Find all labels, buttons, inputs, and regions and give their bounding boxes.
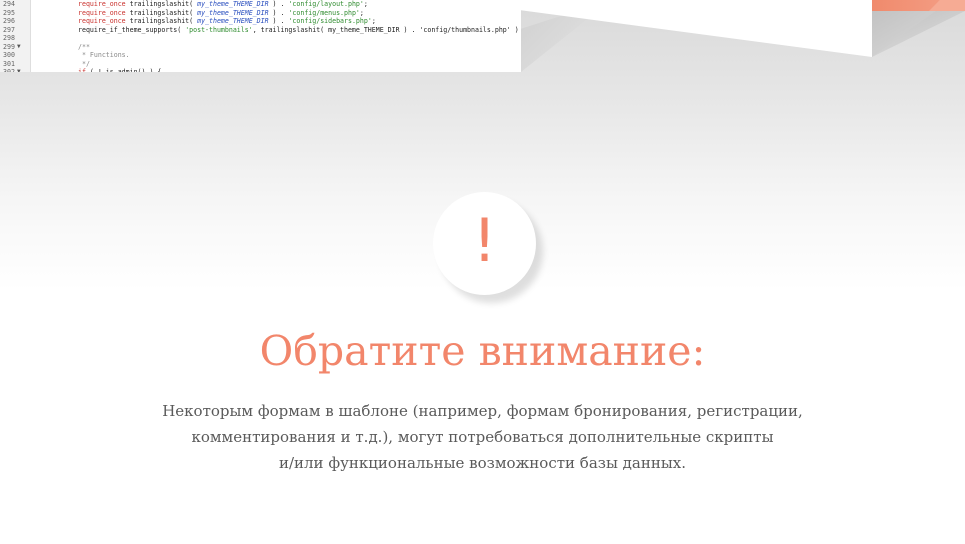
- code-line: 294 require_once trailingslashit( my_them…: [0, 0, 521, 9]
- code-token: ;: [363, 0, 368, 8]
- code-token: my_theme_THEME_DIR: [197, 0, 269, 8]
- code-token: ( ! is_admin() ) {: [85, 68, 162, 72]
- code-line: 297 require_if_theme_supports( 'post-thum…: [0, 26, 521, 35]
- code-token: require_if_theme_supports(: [78, 25, 186, 34]
- line-number: 302: [3, 68, 15, 72]
- page: 294 require_once trailingslashit( my_them…: [0, 0, 965, 544]
- code-preview-image: 294 require_once trailingslashit( my_them…: [0, 0, 965, 72]
- code-token: require_once: [78, 8, 126, 17]
- code-token: ) .: [268, 0, 289, 8]
- line-number: 297: [3, 25, 15, 34]
- code-token: ;: [371, 17, 376, 25]
- code-token: trailingslashit(: [125, 8, 198, 17]
- code-text: */: [78, 60, 90, 69]
- code-token: my_theme_THEME_DIR: [197, 8, 269, 17]
- code-token: 'config/layout.php': [288, 0, 364, 8]
- code-token: 'config/sidebars.php': [288, 17, 372, 25]
- code-token: , trailingslashit( my_theme_THEME_DIR ) …: [252, 25, 519, 34]
- notice-text-line: комментирования и т.д.), могут потребова…: [191, 428, 774, 446]
- code-line: 302 ▼ if ( ! is_admin() ) {: [0, 68, 521, 72]
- code-line: 299 ▼ /**: [0, 43, 521, 52]
- code-line: 300 * Functions.: [0, 51, 521, 60]
- code-token: ) .: [268, 17, 289, 25]
- alert-badge: !: [433, 192, 536, 295]
- line-number: 296: [3, 17, 15, 25]
- line-number: 295: [3, 8, 15, 17]
- code-token: ;: [359, 8, 364, 17]
- code-line: 298: [0, 34, 521, 43]
- notice-text-line: Некоторым формам в шаблоне (например, фо…: [162, 402, 803, 420]
- code-text: /**: [78, 43, 90, 52]
- code-token: trailingslashit(: [125, 0, 198, 8]
- line-number: 294: [3, 0, 15, 8]
- code-token: require_once: [78, 0, 126, 8]
- notice-text-line: и/или функциональные возможности базы да…: [278, 454, 687, 472]
- code-token: ) .: [268, 8, 289, 17]
- code-text: require_once trailingslashit( my_theme_T…: [78, 17, 376, 26]
- code-text: * Functions.: [78, 51, 130, 60]
- code-text: require_if_theme_supports( 'post-thumbna…: [78, 26, 519, 35]
- code-token: my_theme_THEME_DIR: [197, 17, 269, 25]
- fold-arrow-icon: ▼: [17, 42, 21, 50]
- code-text: if ( ! is_admin() ) {: [78, 68, 161, 72]
- code-text: require_once trailingslashit( my_theme_T…: [78, 0, 368, 9]
- code-line: 296 require_once trailingslashit( my_them…: [0, 17, 521, 26]
- line-number: 300: [3, 51, 15, 59]
- line-number: 301: [3, 59, 15, 68]
- exclamation-icon: !: [472, 206, 497, 276]
- line-number: 299: [3, 42, 15, 51]
- notice-text: Некоторым формам в шаблоне (например, фо…: [140, 398, 825, 476]
- code-token: if: [78, 68, 86, 72]
- line-number: 298: [3, 34, 15, 42]
- code-editor-panel: 294 require_once trailingslashit( my_them…: [0, 0, 521, 72]
- code-token: 'post-thumbnails': [185, 25, 253, 34]
- code-line: 295 require_once trailingslashit( my_them…: [0, 9, 521, 18]
- code-token: */: [78, 59, 90, 68]
- code-token: * Functions.: [78, 51, 130, 59]
- code-text: require_once trailingslashit( my_theme_T…: [78, 9, 364, 18]
- fold-arrow-icon: ▼: [17, 68, 21, 72]
- code-token: require_once: [78, 17, 126, 25]
- code-token: trailingslashit(: [125, 17, 198, 25]
- code-token: /**: [78, 42, 90, 51]
- code-token: 'config/menus.php': [288, 8, 360, 17]
- code-line: 301 */: [0, 60, 521, 69]
- notice-title: Обратите внимание:: [259, 327, 706, 375]
